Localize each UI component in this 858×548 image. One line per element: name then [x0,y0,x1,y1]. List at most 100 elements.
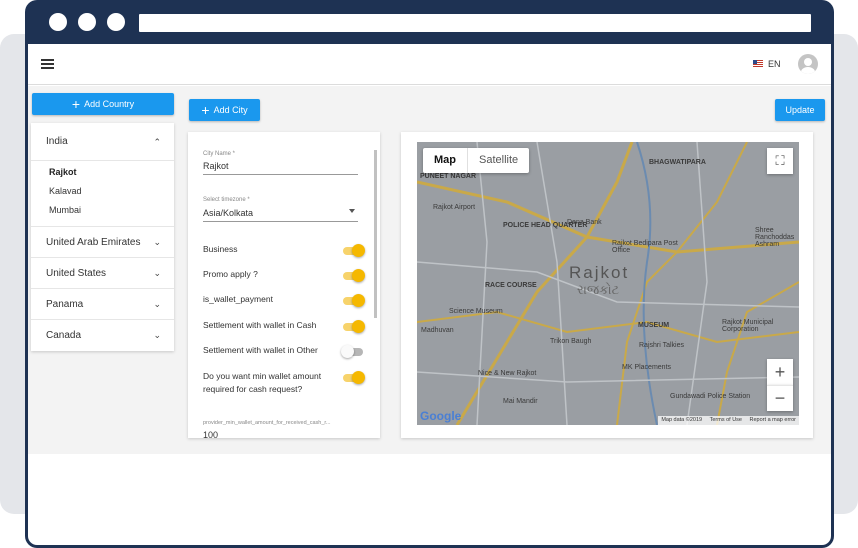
map-place: Mai Mandir [503,398,538,405]
country-name: Canada [46,330,82,341]
country-name: Panama [46,299,84,310]
satellite-tab[interactable]: Satellite [467,148,529,173]
city-name-input[interactable]: Rajkot [203,161,229,171]
chevron-up-icon[interactable]: ⌃ [153,123,161,161]
map-place: Gundawadi Police Station [670,393,751,400]
fullscreen-icon[interactable]: ⛶ [767,148,793,174]
settle-cash-toggle[interactable] [343,320,365,333]
toggle-row-business: Business [203,243,353,256]
timezone-label: Select timezone * [203,197,250,203]
toggle-label: is_wallet_payment [203,294,273,304]
map-place: Nice & New Rajkot [478,370,537,377]
add-city-button[interactable]: + Add City [189,99,260,121]
min-wallet-toggle[interactable] [343,371,365,384]
toggle-row-settle-cash: Settlement with wallet in Cash [203,319,353,332]
settle-other-toggle[interactable] [341,345,363,358]
language-selector[interactable]: EN [768,59,781,69]
hamburger-icon[interactable] [41,59,54,69]
india-city-list: Rajkot Kalavad Mumbai [31,161,174,227]
map-place: Science Museum [449,308,503,315]
add-country-button[interactable]: + Add Country [32,93,174,115]
country-item-uae[interactable]: United Arab Emirates ⌄ [31,227,174,258]
toggle-row-wallet-payment: is_wallet_payment [203,293,353,306]
zoom-out-icon[interactable]: − [767,385,793,411]
dropdown-caret-icon[interactable] [349,209,355,213]
country-name: United States [46,268,107,279]
add-country-label: Add Country [84,99,135,109]
toggle-row-settle-other: Settlement with wallet in Other [203,344,353,357]
us-flag-icon[interactable] [753,60,763,67]
map-city-label: Rajkot [569,263,630,282]
map-place: Trikon Baugh [550,338,592,345]
google-logo: Google [420,409,462,423]
chevron-down-icon[interactable]: ⌄ [153,258,161,289]
map-type-control: Map Satellite [423,148,530,173]
window-dot-3 [107,13,125,31]
map-place: Rajshri Talkies [639,342,684,349]
user-avatar-icon[interactable] [798,54,818,74]
min-amount-input[interactable]: 100 [203,430,218,438]
map-place: Rajkot Municipal Corporation [722,319,774,333]
add-city-label: Add City [213,105,248,115]
plus-icon: + [71,96,81,112]
top-app-bar: EN [28,44,831,85]
city-settings-form: City Name * Rajkot Select timezone * Asi… [188,132,380,438]
browser-window: EN + Add Country India ⌃ Rajkot Kalavad … [25,0,834,548]
wallet-payment-toggle[interactable] [343,294,365,307]
map-place: Madhuvan [421,327,454,334]
promo-apply-toggle[interactable] [343,269,365,282]
timezone-select[interactable]: Asia/Kolkata [203,208,253,218]
terms-link[interactable]: Terms of Use [710,417,742,423]
toggle-row-promo: Promo apply ? [203,268,353,281]
country-name: India [46,136,68,147]
form-scrollbar[interactable] [374,140,377,432]
country-item-canada[interactable]: Canada ⌄ [31,320,174,351]
country-item-panama[interactable]: Panama ⌄ [31,289,174,320]
toggle-label: Settlement with wallet in Cash [203,320,317,330]
app-screen: EN + Add Country India ⌃ Rajkot Kalavad … [28,44,831,545]
min-amount-label: provider_min_wallet_amount_for_received_… [203,420,331,426]
map-attribution: Map data ©2019 [661,417,703,423]
city-name-label: City Name * [203,151,236,157]
toggle-label: Settlement with wallet in Other [203,345,318,355]
plus-icon: + [201,102,210,118]
city-map[interactable]: PUNEET NAGAR Rajkot Airport POLICE HEAD … [417,142,799,425]
map-place: Rajkot Bedipara Post Office [612,240,678,254]
zoom-in-icon[interactable]: + [767,359,793,385]
main-content: + Add Country India ⌃ Rajkot Kalavad Mum… [28,86,831,454]
map-card: PUNEET NAGAR Rajkot Airport POLICE HEAD … [401,132,813,438]
report-link[interactable]: Report a map error [750,417,796,423]
business-toggle[interactable] [343,244,365,257]
toggle-row-min-wallet: Do you want min wallet amount required f… [203,370,323,396]
map-place: MUSEUM [638,322,670,329]
window-dot-1 [49,13,67,31]
city-name-underline [203,174,358,175]
city-item-kalavad[interactable]: Kalavad [31,182,174,201]
window-dot-2 [78,13,96,31]
map-tab[interactable]: Map [423,148,467,173]
chevron-down-icon[interactable]: ⌄ [153,289,161,320]
toggle-label: Business [203,244,238,254]
update-button[interactable]: Update [775,99,825,121]
map-place: MK Placements [622,364,672,371]
chevron-down-icon[interactable]: ⌄ [153,227,161,258]
city-item-mumbai[interactable]: Mumbai [31,201,174,220]
map-footer: Map data ©2019 Terms of Use Report a map… [658,416,799,425]
map-place: BHAGWATIPARA [649,159,706,166]
timezone-underline [203,221,358,222]
map-place: Rajkot Airport [433,204,476,211]
address-bar[interactable] [139,14,811,32]
city-item-rajkot[interactable]: Rajkot [31,163,174,182]
map-place: PUNEET NAGAR [420,173,477,180]
chevron-down-icon[interactable]: ⌄ [153,320,161,351]
country-name: United Arab Emirates [46,237,141,248]
country-list: India ⌃ Rajkot Kalavad Mumbai United Ara… [31,123,174,351]
map-city-label-local: રાજકોટ [577,282,620,297]
map-place: RACE COURSE [485,282,537,289]
map-place: Shree Ranchoddas Ashram [755,227,795,248]
country-item-india[interactable]: India ⌃ [31,123,174,161]
map-place: Dena Bank [567,219,602,226]
country-item-united-states[interactable]: United States ⌄ [31,258,174,289]
toggle-label: Do you want min wallet amount required f… [203,371,322,394]
toggle-label: Promo apply ? [203,269,258,279]
